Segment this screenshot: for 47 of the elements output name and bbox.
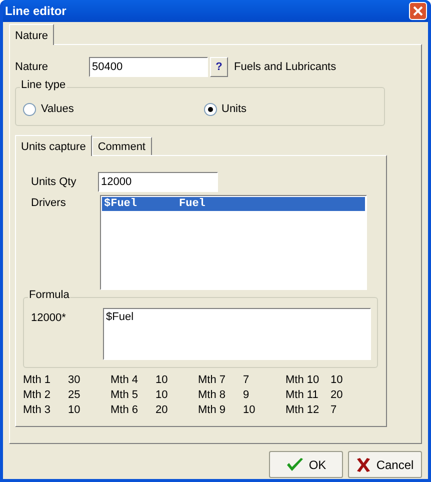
month-value: 10 — [156, 388, 168, 404]
lookup-button[interactable]: ? — [210, 57, 228, 77]
group-title: Line type — [20, 80, 67, 91]
group-title: Formula — [28, 290, 70, 301]
input-field[interactable]: 12000 — [98, 172, 218, 192]
field-label: Drivers — [31, 196, 67, 211]
field-label: Nature — [15, 60, 50, 75]
drivers-list[interactable]: $Fuel Fuel — [100, 195, 367, 290]
list-item[interactable]: $Fuel Fuel — [102, 197, 365, 211]
tab[interactable]: Nature — [9, 24, 54, 45]
driver-name: Fuel — [179, 196, 206, 212]
month-value: 30 — [68, 373, 80, 388]
month-value: 20 — [330, 388, 343, 404]
month-label: Mth 8 — [198, 388, 227, 404]
ok-button[interactable]: OK — [269, 451, 343, 478]
month-label: Mth 2 — [23, 388, 52, 404]
month-label: Mth 11 — [286, 388, 320, 404]
radio-label: Units — [222, 102, 247, 118]
field-label: Units Qty — [31, 174, 78, 190]
month-label: Mth 12 — [286, 403, 320, 418]
window-title: Line editor — [5, 3, 66, 20]
month-value: 25 — [68, 388, 80, 404]
month-value: 9 — [243, 388, 250, 404]
month-label: Mth 9 — [198, 403, 227, 418]
month-label: Mth 5 — [110, 388, 140, 404]
month-value: 20 — [156, 403, 168, 418]
formula-field[interactable]: $Fuel — [103, 308, 371, 360]
formula-prefix: 12000* — [31, 311, 67, 326]
month-value: 7 — [330, 403, 337, 418]
month-value: 7 — [243, 373, 250, 388]
month-label: Mth 4 — [110, 373, 140, 388]
month-value: 10 — [330, 373, 343, 388]
month-value: 10 — [243, 403, 256, 418]
month-label: Mth 1 — [23, 373, 52, 388]
cancel-button[interactable]: Cancel — [348, 451, 422, 478]
input-field[interactable]: 50400 — [89, 57, 208, 77]
nature-description: Fuels and Lubricants — [234, 60, 336, 75]
tab[interactable]: Comment — [92, 137, 152, 155]
month-label: Mth 10 — [286, 373, 320, 388]
month-label: Mth 3 — [23, 403, 52, 418]
tab[interactable]: Units capture — [15, 135, 92, 156]
driver-code: $Fuel — [103, 196, 138, 212]
month-label: Mth 6 — [110, 403, 140, 418]
month-value: 10 — [156, 373, 168, 388]
radio-label: Values — [41, 102, 74, 118]
month-value: 10 — [68, 403, 80, 418]
month-label: Mth 7 — [198, 373, 227, 388]
